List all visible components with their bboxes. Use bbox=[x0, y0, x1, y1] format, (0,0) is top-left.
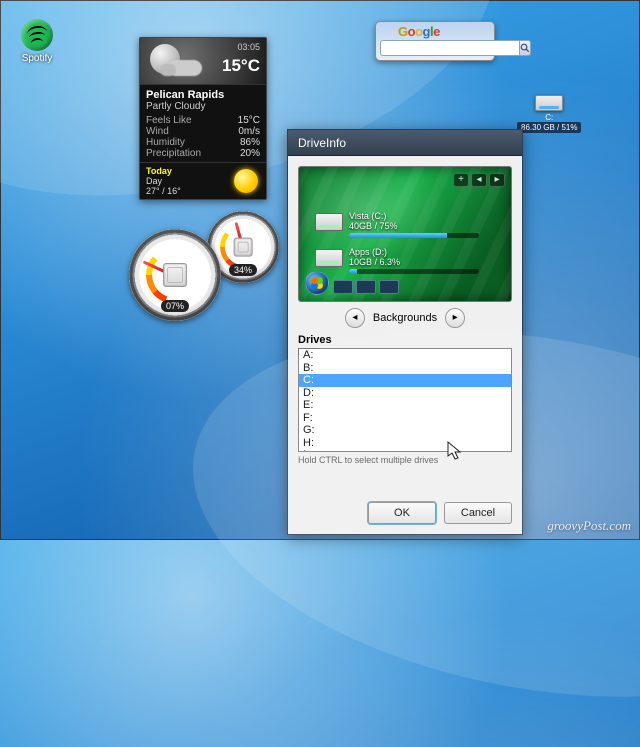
search-icon bbox=[520, 43, 530, 53]
preview-thumbnails bbox=[333, 280, 399, 294]
weather-condition: Partly Cloudy bbox=[146, 101, 260, 112]
drive-list-item[interactable]: E: bbox=[299, 399, 511, 412]
cpu-meter-gadget[interactable]: 34% 07% bbox=[129, 217, 289, 327]
weather-location: Pelican Rapids bbox=[146, 89, 260, 101]
cloud-icon bbox=[168, 60, 202, 76]
drive-list-item[interactable]: D: bbox=[299, 387, 511, 400]
weather-sky: 03:05 15°C bbox=[140, 38, 266, 84]
drive-list-item[interactable]: B: bbox=[299, 362, 511, 375]
drives-hint: Hold CTRL to select multiple drives bbox=[298, 455, 512, 465]
drive-list-item[interactable]: G: bbox=[299, 424, 511, 437]
drive-list-item[interactable]: I: bbox=[299, 449, 511, 452]
chip-icon bbox=[234, 238, 253, 257]
hdd-icon bbox=[315, 213, 343, 231]
bg-label: Backgrounds bbox=[373, 312, 437, 324]
sun-icon bbox=[234, 169, 258, 193]
cancel-button[interactable]: Cancel bbox=[444, 502, 512, 524]
google-search-button[interactable] bbox=[520, 40, 531, 56]
preview-prev-button[interactable]: ◂ bbox=[471, 173, 487, 187]
desktop-icon-label: Spotify bbox=[9, 53, 65, 64]
drive-listbox[interactable]: A:B:C:D:E:F:G:H:I:J: bbox=[298, 348, 512, 452]
chip-icon bbox=[163, 263, 187, 287]
windows-orb-icon bbox=[305, 271, 329, 295]
drive-list-item[interactable]: A: bbox=[299, 349, 511, 362]
preview-add-button[interactable]: + bbox=[453, 173, 469, 187]
google-logo: Google bbox=[380, 24, 490, 38]
weather-today-label: Today bbox=[146, 166, 181, 176]
drive-mini-gadget[interactable]: C: 86.30 GB / 51% bbox=[517, 95, 581, 133]
drives-section-label: Drives bbox=[298, 334, 512, 346]
driveinfo-dialog: DriveInfo + ◂ ▸ Vista (C:) 40GB / 75% Ap… bbox=[287, 129, 523, 535]
drive-list-item[interactable]: H: bbox=[299, 437, 511, 450]
weather-temp: 15°C bbox=[222, 56, 260, 76]
hdd-icon bbox=[535, 95, 563, 111]
google-gadget[interactable]: Google bbox=[375, 21, 495, 61]
preview-next-button[interactable]: ▸ bbox=[489, 173, 505, 187]
gauge-small-value: 34% bbox=[229, 264, 257, 276]
background-preview: + ◂ ▸ Vista (C:) 40GB / 75% Apps (D:) 10… bbox=[298, 166, 512, 302]
preview-drive-1: Vista (C:) 40GB / 75% bbox=[349, 211, 499, 238]
ok-button[interactable]: OK bbox=[368, 502, 436, 524]
gauge-large: 07% bbox=[129, 229, 221, 321]
drive-mini-tooltip: 86.30 GB / 51% bbox=[517, 122, 581, 133]
bg-next-button[interactable]: ▸ bbox=[445, 308, 465, 328]
desktop-icon-spotify[interactable]: Spotify bbox=[9, 19, 65, 64]
watermark: groovyPost.com bbox=[547, 518, 631, 534]
preview-drive-2: Apps (D:) 10GB / 6.3% bbox=[349, 247, 499, 274]
hdd-icon bbox=[315, 249, 343, 267]
spotify-icon bbox=[21, 19, 53, 51]
google-search-input[interactable] bbox=[380, 40, 520, 56]
weather-time: 03:05 bbox=[237, 42, 260, 52]
dialog-title[interactable]: DriveInfo bbox=[288, 130, 522, 156]
gauge-large-value: 07% bbox=[161, 300, 189, 312]
bg-prev-button[interactable]: ◂ bbox=[345, 308, 365, 328]
weather-hilo: 27° / 16° bbox=[146, 186, 181, 196]
drive-list-item[interactable]: F: bbox=[299, 412, 511, 425]
weather-gadget[interactable]: 03:05 15°C Pelican Rapids Partly Cloudy … bbox=[139, 37, 267, 200]
drive-list-item[interactable]: C: bbox=[299, 374, 511, 387]
